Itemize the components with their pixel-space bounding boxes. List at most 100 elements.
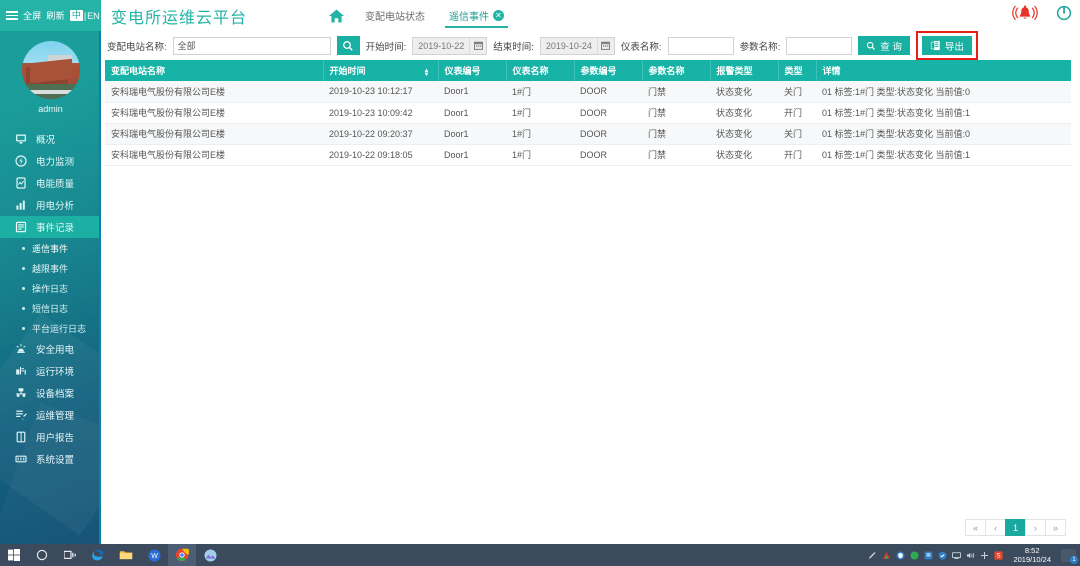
meter-name-input[interactable]	[668, 37, 734, 55]
security-shield-tray-icon[interactable]	[938, 551, 947, 560]
table-row[interactable]: 安科瑞电气股份有限公司E楼 2019-10-23 10:09:42 Door1 …	[105, 102, 1071, 123]
quality-meter-icon	[14, 177, 27, 190]
sidebar-item-system-settings[interactable]: 系统设置	[0, 448, 101, 470]
sidebar-item-power-monitor[interactable]: 电力监测	[0, 150, 101, 172]
sidebar-item-user-report[interactable]: 用户报告	[0, 426, 101, 448]
report-icon	[14, 431, 27, 444]
chrome-browser-icon[interactable]	[168, 544, 196, 566]
windows-start-icon[interactable]	[0, 544, 28, 566]
close-icon[interactable]: ✕	[493, 10, 504, 21]
pagination-first[interactable]: «	[965, 519, 986, 536]
param-name-input[interactable]	[786, 37, 852, 55]
power-gauge-icon	[14, 155, 27, 168]
cortana-circle-icon[interactable]	[28, 544, 56, 566]
table-row[interactable]: 安科瑞电气股份有限公司E楼 2019-10-22 09:20:37 Door1 …	[105, 123, 1071, 144]
query-button[interactable]: 查 询	[858, 36, 910, 55]
end-time-picker[interactable]: 2019-10-24	[540, 37, 615, 55]
power-icon[interactable]	[1056, 5, 1072, 26]
column-header-alarm-type[interactable]: 报警类型	[710, 60, 778, 81]
sidebar-subitem-sms-log[interactable]: 短信日志	[0, 298, 101, 318]
column-header-station[interactable]: 变配电站名称	[105, 60, 323, 81]
calendar-icon[interactable]	[597, 38, 614, 54]
cell-start-time: 2019-10-22 09:20:37	[323, 123, 438, 144]
cell-meter-no: Door1	[438, 102, 506, 123]
end-time-label: 结束时间:	[493, 39, 534, 53]
cell-alarm-type: 状态变化	[710, 144, 778, 165]
sidebar-subitem-operation-log[interactable]: 操作日志	[0, 278, 101, 298]
ime-tray-icon[interactable]	[980, 551, 989, 560]
sidebar-item-operating-environment[interactable]: 运行环境	[0, 360, 101, 382]
station-name-input[interactable]	[173, 37, 331, 55]
column-header-meter-no[interactable]: 仪表编号	[438, 60, 506, 81]
pagination-next[interactable]: ›	[1025, 519, 1046, 536]
file-explorer-icon[interactable]	[112, 544, 140, 566]
avatar[interactable]	[22, 41, 80, 99]
language-separator: |	[84, 11, 86, 21]
column-header-start-time[interactable]: 开始时间 ▲▼	[323, 60, 438, 81]
fullscreen-button[interactable]: 全屏	[23, 9, 41, 22]
sort-updown-icon[interactable]: ▲▼	[424, 69, 430, 77]
language-toggle[interactable]: 中|EN	[70, 10, 100, 21]
wps-office-icon[interactable]: W	[140, 544, 168, 566]
cell-meter-name: 1#门	[506, 81, 574, 102]
hamburger-icon[interactable]	[6, 11, 18, 20]
tab-label: 遥信事件	[449, 8, 489, 23]
tab-substation-status[interactable]: 变配电站状态	[353, 0, 437, 31]
start-time-picker[interactable]: 2019-10-22	[412, 37, 487, 55]
column-header-detail[interactable]: 详情	[816, 60, 1071, 81]
sidebar-subitem-limit-events[interactable]: 越限事件	[0, 258, 101, 278]
photos-app-icon[interactable]	[196, 544, 224, 566]
top-bar-right-controls	[1010, 0, 1072, 31]
bell-alarm-icon[interactable]	[1010, 4, 1040, 27]
sidebar-subitem-telemetry-events[interactable]: 遥信事件	[0, 238, 101, 258]
settings-icon	[14, 453, 27, 466]
language-cn-label[interactable]: 中	[70, 10, 83, 21]
sidebar-item-device-archive[interactable]: 设备档案	[0, 382, 101, 404]
blue-app-tray-icon[interactable]	[924, 551, 933, 560]
station-search-button[interactable]	[337, 36, 360, 55]
shield-blue-tray-icon[interactable]	[896, 551, 905, 560]
edge-browser-icon[interactable]	[84, 544, 112, 566]
pagination-last[interactable]: »	[1045, 519, 1066, 536]
magnifier-icon	[342, 40, 354, 52]
export-button[interactable]: 导出	[922, 36, 972, 55]
volume-tray-icon[interactable]	[966, 551, 975, 560]
svg-text:W: W	[151, 553, 158, 560]
sidebar-item-safe-electricity[interactable]: 安全用电	[0, 338, 101, 360]
network-tray-icon[interactable]	[952, 551, 961, 560]
sidebar-item-usage-analysis[interactable]: 用电分析	[0, 194, 101, 216]
task-view-icon[interactable]	[56, 544, 84, 566]
table-header-row: 变配电站名称 开始时间 ▲▼ 仪表编号 仪表名称 参数编号 参数名称 报警类型 …	[105, 60, 1071, 81]
notification-badge: 1	[1070, 556, 1078, 564]
home-icon[interactable]	[319, 0, 353, 31]
sidebar-item-label: 用电分析	[36, 198, 74, 212]
pen-tray-icon[interactable]	[868, 551, 877, 560]
sidebar-subitem-label: 越限事件	[32, 262, 68, 275]
taskbar-clock[interactable]: 8:52 2019/10/24	[1008, 546, 1056, 564]
calendar-icon[interactable]	[469, 38, 486, 54]
sidebar-item-maintenance[interactable]: 运维管理	[0, 404, 101, 426]
sogou-tray-icon[interactable]: S	[994, 551, 1003, 560]
bullet-icon	[22, 307, 25, 310]
column-header-meter-name[interactable]: 仪表名称	[506, 60, 574, 81]
column-header-param-name[interactable]: 参数名称	[642, 60, 710, 81]
green-shield-tray-icon[interactable]	[910, 551, 919, 560]
table-row[interactable]: 安科瑞电气股份有限公司E楼 2019-10-22 09:18:05 Door1 …	[105, 144, 1071, 165]
refresh-button[interactable]: 刷新	[46, 9, 64, 22]
antivirus-tray-icon[interactable]	[882, 551, 891, 560]
pagination-page-1[interactable]: 1	[1005, 519, 1026, 536]
sidebar-subitem-platform-log[interactable]: 平台运行日志	[0, 318, 101, 338]
pagination-prev[interactable]: ‹	[985, 519, 1006, 536]
notification-center-icon[interactable]: 1	[1061, 549, 1076, 562]
sidebar-item-overview[interactable]: 概况	[0, 128, 101, 150]
sidebar-item-power-quality[interactable]: 电能质量	[0, 172, 101, 194]
column-header-param-no[interactable]: 参数编号	[574, 60, 642, 81]
excel-icon	[930, 40, 941, 51]
sidebar-item-event-log[interactable]: 事件记录	[0, 216, 101, 238]
column-header-type[interactable]: 类型	[778, 60, 816, 81]
sidebar-item-label: 安全用电	[36, 342, 74, 356]
tab-telemetry-events[interactable]: 遥信事件 ✕	[437, 0, 516, 31]
sidebar-item-label: 设备档案	[36, 386, 74, 400]
language-en-label[interactable]: EN	[87, 11, 100, 21]
table-row[interactable]: 安科瑞电气股份有限公司E楼 2019-10-23 10:12:17 Door1 …	[105, 81, 1071, 102]
